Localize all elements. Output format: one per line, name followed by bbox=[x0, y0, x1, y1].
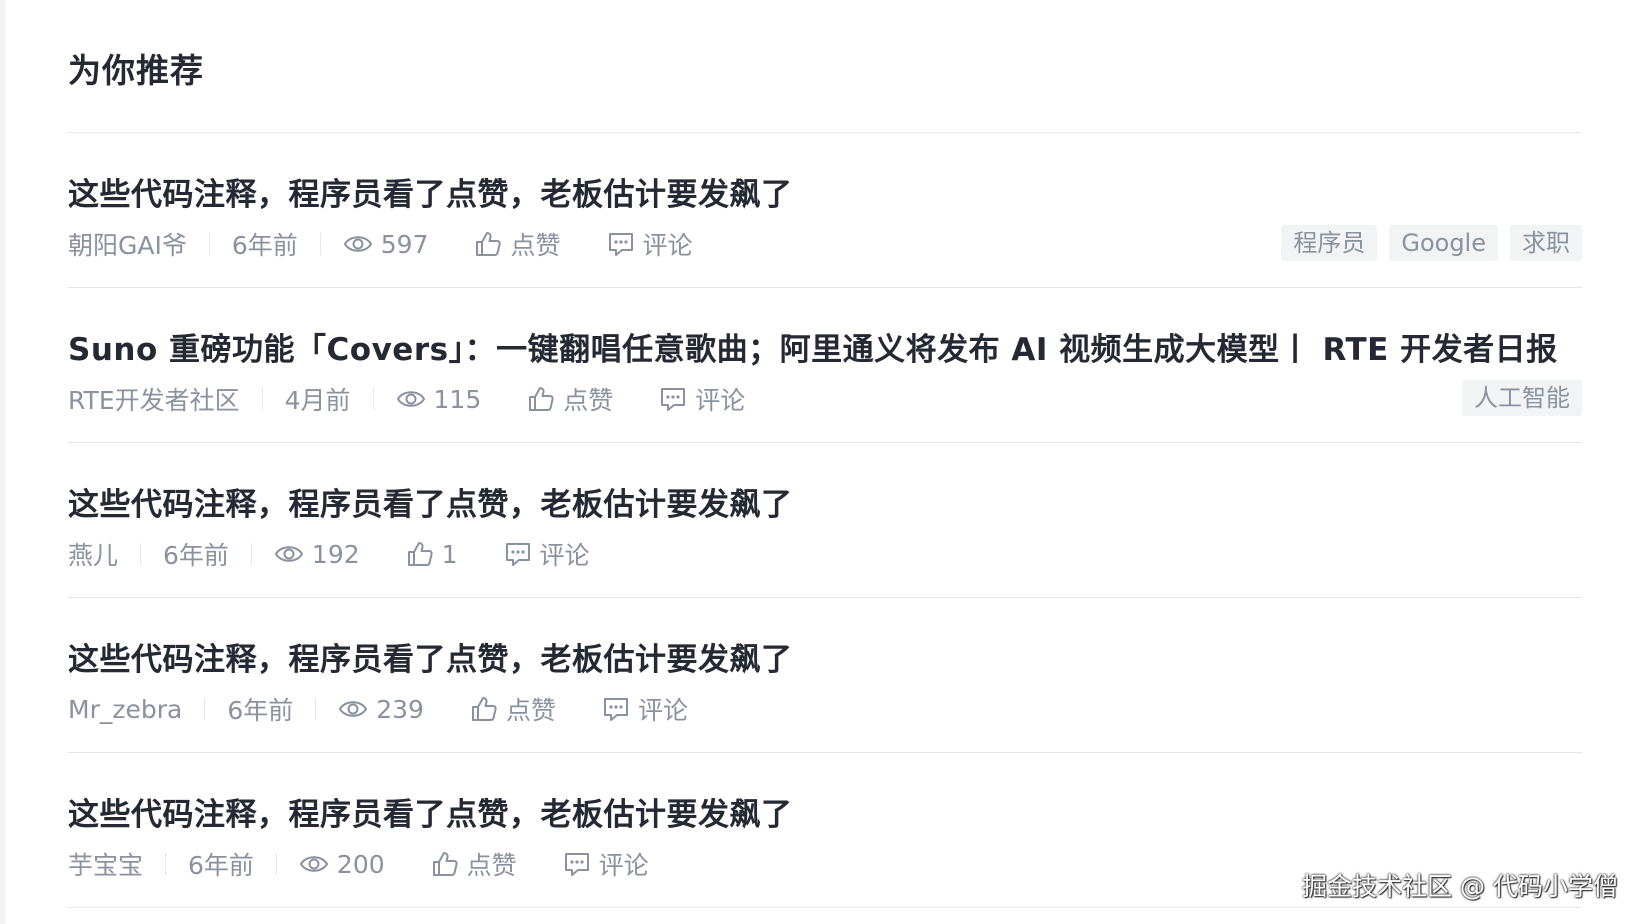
view-count: 115 bbox=[396, 384, 482, 414]
meta-divider bbox=[250, 543, 252, 565]
view-count: 200 bbox=[299, 850, 385, 879]
comment-button[interactable]: 评论 bbox=[602, 691, 688, 727]
article-meta: 燕儿 6年前 192 1 评论 bbox=[68, 537, 636, 571]
meta-divider bbox=[372, 388, 374, 410]
meta-divider bbox=[140, 543, 142, 565]
publish-time: 6年前 bbox=[163, 541, 229, 570]
view-count: 192 bbox=[274, 540, 360, 569]
thumbs-up-icon bbox=[476, 232, 502, 256]
comment-icon bbox=[505, 543, 530, 566]
thumbs-up-icon bbox=[407, 542, 433, 566]
recommendation-page: 为你推荐 这些代码注释，程序员看了点赞，老板估计要发飙了 朝阳GAI爷 6年前 … bbox=[0, 0, 1642, 924]
comment-label: 评论 bbox=[642, 231, 693, 260]
tag[interactable]: 求职 bbox=[1510, 225, 1582, 261]
view-count-value: 115 bbox=[433, 384, 482, 414]
meta-divider bbox=[275, 853, 277, 875]
like-count: 1 bbox=[441, 539, 458, 569]
tag[interactable]: Google bbox=[1389, 225, 1498, 261]
comment-icon bbox=[608, 233, 633, 256]
view-count-value: 200 bbox=[336, 849, 385, 879]
comment-button[interactable]: 评论 bbox=[607, 226, 693, 262]
watermark: 掘金技术社区 @ 代码小学僧 bbox=[1302, 872, 1618, 901]
tag[interactable]: 程序员 bbox=[1281, 225, 1378, 261]
view-count: 239 bbox=[338, 695, 424, 724]
comment-label: 评论 bbox=[539, 541, 590, 570]
article-title[interactable]: 这些代码注释，程序员看了点赞，老板估计要发飙了 bbox=[68, 479, 793, 524]
comment-label: 评论 bbox=[598, 851, 649, 880]
comment-label: 评论 bbox=[695, 386, 746, 415]
thumbs-up-icon bbox=[471, 697, 497, 721]
comment-label: 评论 bbox=[637, 696, 688, 725]
meta-divider bbox=[319, 233, 321, 255]
like-button[interactable]: 点赞 bbox=[527, 381, 613, 417]
eye-icon bbox=[343, 236, 372, 252]
author-name[interactable]: 燕儿 bbox=[68, 536, 118, 572]
like-button[interactable]: 点赞 bbox=[470, 691, 556, 727]
left-strip bbox=[0, 0, 5, 924]
tag-list: 程序员 Google 求职 bbox=[1281, 225, 1582, 261]
meta-divider bbox=[165, 853, 167, 875]
tag[interactable]: 人工智能 bbox=[1462, 380, 1582, 416]
article-title[interactable]: 这些代码注释，程序员看了点赞，老板估计要发飙了 bbox=[68, 634, 793, 679]
eye-icon bbox=[274, 546, 304, 562]
eye-icon bbox=[339, 701, 368, 717]
like-label: 点赞 bbox=[563, 386, 614, 415]
comment-icon bbox=[661, 388, 686, 411]
tag-list: 人工智能 bbox=[1462, 380, 1582, 416]
view-count-value: 239 bbox=[376, 694, 424, 724]
like-button[interactable]: 点赞 bbox=[474, 226, 561, 262]
article-title[interactable]: Suno 重磅功能「Covers」：一键翻唱任意歌曲；阿里通义将发布 AI 视频… bbox=[68, 324, 1558, 369]
article-title[interactable]: 这些代码注释，程序员看了点赞，老板估计要发飙了 bbox=[68, 789, 793, 834]
article-meta: Mr_zebra 6年前 239 点赞 评论 bbox=[68, 692, 734, 726]
article-meta: RTE开发者社区 4月前 115 点赞 评论 bbox=[68, 382, 791, 416]
like-label: 点赞 bbox=[505, 696, 556, 725]
eye-icon bbox=[396, 391, 425, 407]
article-item[interactable]: Suno 重磅功能「Covers」：一键翻唱任意歌曲；阿里通义将发布 AI 视频… bbox=[68, 288, 1582, 443]
like-button[interactable]: 1 bbox=[406, 540, 458, 569]
article-item[interactable]: 这些代码注释，程序员看了点赞，老板估计要发飙了 朝阳GAI爷 6年前 597 点… bbox=[68, 133, 1582, 288]
article-title[interactable]: 这些代码注释，程序员看了点赞，老板估计要发飙了 bbox=[68, 169, 793, 214]
like-button[interactable]: 点赞 bbox=[431, 846, 517, 882]
article-list: 这些代码注释，程序员看了点赞，老板估计要发飙了 朝阳GAI爷 6年前 597 点… bbox=[68, 133, 1582, 908]
meta-divider bbox=[261, 388, 263, 410]
article-item[interactable]: 这些代码注释，程序员看了点赞，老板估计要发飙了 Mr_zebra 6年前 239… bbox=[68, 598, 1582, 753]
comment-button[interactable]: 评论 bbox=[563, 846, 649, 882]
publish-time: 6年前 bbox=[227, 696, 294, 725]
author-name[interactable]: RTE开发者社区 bbox=[68, 381, 240, 417]
like-label: 点赞 bbox=[466, 851, 517, 880]
comment-button[interactable]: 评论 bbox=[504, 536, 590, 572]
meta-divider bbox=[204, 698, 206, 720]
comment-icon bbox=[564, 853, 589, 876]
comment-icon bbox=[603, 698, 628, 721]
publish-time: 6年前 bbox=[231, 231, 298, 260]
article-item[interactable]: 这些代码注释，程序员看了点赞，老板估计要发飙了 燕儿 6年前 192 1 评论 bbox=[68, 443, 1582, 598]
eye-icon bbox=[299, 856, 329, 872]
article-meta: 朝阳GAI爷 6年前 597 点赞 评论 bbox=[68, 227, 739, 261]
publish-time: 4月前 bbox=[284, 386, 351, 415]
view-count-value: 597 bbox=[380, 229, 429, 259]
thumbs-up-icon bbox=[529, 387, 554, 411]
author-name[interactable]: Mr_zebra bbox=[68, 695, 182, 724]
article-meta: 芋宝宝 6年前 200 点赞 评论 bbox=[68, 847, 695, 881]
author-name[interactable]: 芋宝宝 bbox=[68, 846, 143, 882]
view-count-value: 192 bbox=[311, 539, 360, 569]
meta-divider bbox=[208, 233, 210, 255]
thumbs-up-icon bbox=[432, 852, 458, 876]
author-name[interactable]: 朝阳GAI爷 bbox=[68, 226, 187, 262]
section-title: 为你推荐 bbox=[68, 51, 204, 90]
like-label: 点赞 bbox=[510, 231, 561, 260]
meta-divider bbox=[315, 698, 317, 720]
publish-time: 6年前 bbox=[188, 851, 254, 880]
comment-button[interactable]: 评论 bbox=[659, 381, 745, 417]
view-count: 597 bbox=[343, 229, 429, 259]
